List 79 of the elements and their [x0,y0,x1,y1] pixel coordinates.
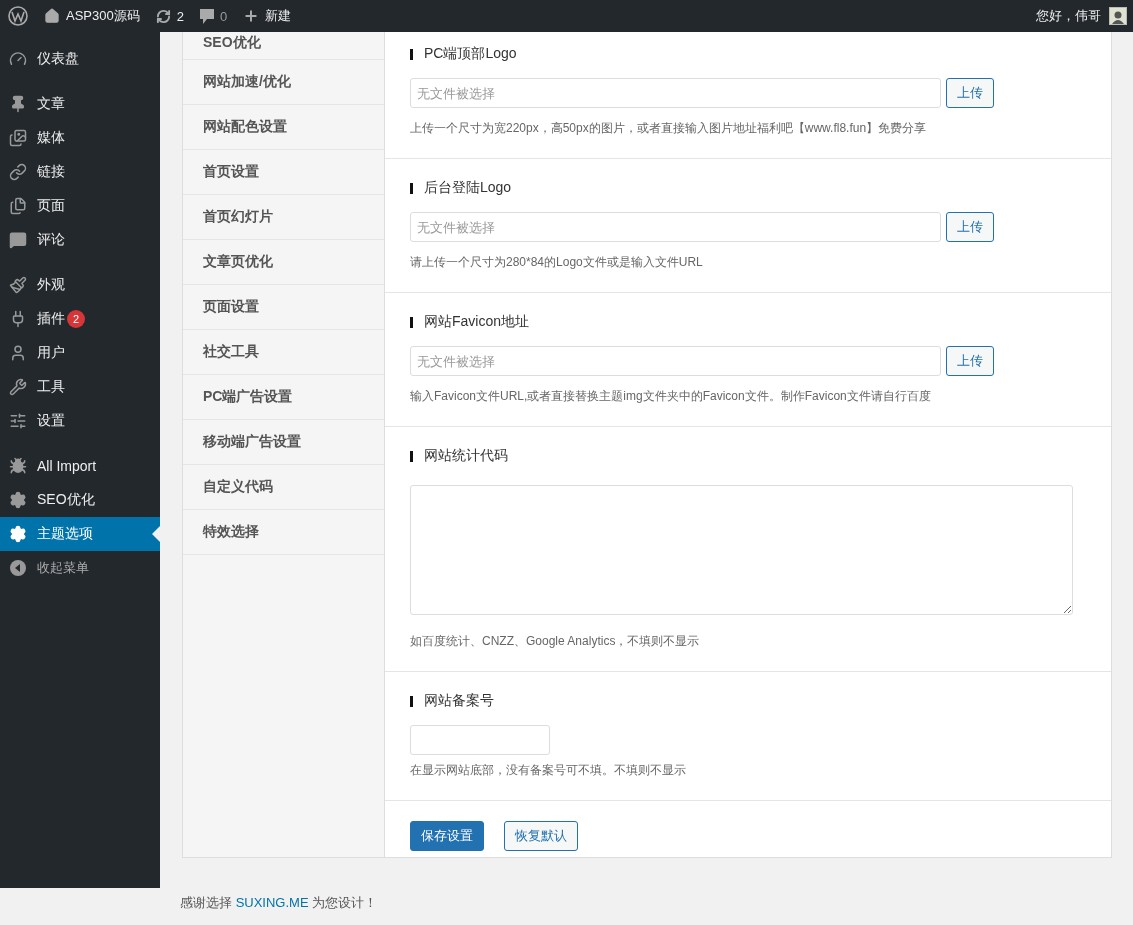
upload-button[interactable]: 上传 [946,212,994,242]
link-icon [9,163,27,181]
file-path-field[interactable]: 无文件被选择 [410,346,941,376]
home-icon [44,8,60,24]
file-path-field[interactable]: 无文件被选择 [410,212,941,242]
updates-link[interactable]: 2 [155,8,184,24]
sidebar-item[interactable]: 链接 [0,155,160,189]
update-count-badge: 2 [67,310,85,328]
help-text: 在显示网站底部，没有备案号可不填。不填则不显示 [410,762,687,779]
paintbrush-icon [9,276,27,294]
field-title: 网站统计代码 [424,447,508,465]
sidebar-item[interactable]: 外观 [0,268,160,302]
heading-bar-icon [410,182,413,194]
user-icon [9,344,27,362]
options-tab[interactable]: 网站配色设置 [183,105,384,150]
settings-icon [9,491,27,509]
help-text: 如百度统计、CNZZ、Google Analytics，不填则不显示 [410,633,701,650]
field-title: 网站Favicon地址 [424,313,530,331]
sidebar-item[interactable]: 插件 2 [0,302,160,336]
greeting: 您好，伟哥 [1036,7,1101,25]
sidebar-item[interactable]: 文章 [0,87,160,121]
options-tab[interactable]: 社交工具 [183,330,384,375]
sidebar-item[interactable]: SEO优化 [0,483,160,517]
sidebar-item[interactable]: 页面 [0,189,160,223]
sidebar-item[interactable]: 主题选项 [0,517,160,551]
save-button[interactable]: 保存设置 [410,821,484,851]
options-tab[interactable]: 首页幻灯片 [183,195,384,240]
refresh-icon [155,8,171,24]
field-title: 网站备案号 [424,692,494,710]
heading-bar-icon [410,316,413,328]
options-tab[interactable]: 文章页优化 [183,240,384,285]
sidebar-item[interactable]: 评论 [0,223,160,257]
current-pointer-icon [152,526,160,542]
options-tab[interactable]: PC端广告设置 [183,375,384,420]
reset-button[interactable]: 恢复默认 [504,821,578,851]
sidebar-item[interactable]: 媒体 [0,121,160,155]
heading-bar-icon [410,695,413,707]
options-tab[interactable]: 首页设置 [183,150,384,195]
images-icon [9,129,27,147]
wrench-icon [9,378,27,396]
sidebar-item[interactable]: 工具 [0,370,160,404]
collapse-icon [9,559,27,577]
sidebar-item[interactable]: 用户 [0,336,160,370]
options-tab[interactable]: SEO优化 [183,32,384,60]
pages-icon [9,197,27,215]
options-tab[interactable]: 移动端广告设置 [183,420,384,465]
collapse-menu-link[interactable]: 收起菜单 [0,551,160,585]
sliders-icon [9,412,27,430]
field-title: PC端顶部Logo [424,45,517,63]
options-tab[interactable]: 特效选择 [183,510,384,555]
sidebar-item[interactable]: 仪表盘 [0,42,160,76]
site-link[interactable]: ASP300源码 [44,7,140,25]
new-link[interactable]: 新建 [243,7,292,25]
sidebar-item[interactable]: All Import [0,449,160,483]
upload-button[interactable]: 上传 [946,346,994,376]
options-tab[interactable]: 自定义代码 [183,465,384,510]
upload-button[interactable]: 上传 [946,78,994,108]
text-field[interactable] [410,725,550,755]
gauge-icon [9,50,27,68]
help-text: 请上传一个尺寸为280*84的Logo文件或是输入文件URL [410,254,704,271]
settings-icon [9,525,27,543]
comment-count: 0 [219,8,228,24]
options-tab[interactable]: 网站加速/优化 [183,60,384,105]
pin-icon [9,95,27,113]
bug-icon [9,457,27,475]
options-tab[interactable]: 页面设置 [183,285,384,330]
help-text: 输入Favicon文件URL,或者直接替换主题img文件夹中的Favicon文件。制作Favicon文件请自行百度 [410,388,932,405]
comment-icon [199,8,214,24]
footer-link[interactable]: SUXING.ME [235,895,309,910]
help-text: 上传一个尺寸为宽220px，高50px的图片，或者直接输入图片地址福利吧【www.fl8.fun】免费分享 [410,120,928,137]
footer-text: 感谢选择 SUXING.ME 为您设计！ [180,894,379,912]
heading-bar-icon [410,48,413,60]
field-title: 后台登陆Logo [424,179,512,197]
comment-icon [9,231,27,249]
heading-bar-icon [410,450,413,462]
file-path-field[interactable]: 无文件被选择 [410,78,941,108]
comments-link[interactable]: 0 [199,8,228,24]
avatar-icon[interactable] [1109,7,1127,25]
sidebar-item[interactable]: 设置 [0,404,160,438]
